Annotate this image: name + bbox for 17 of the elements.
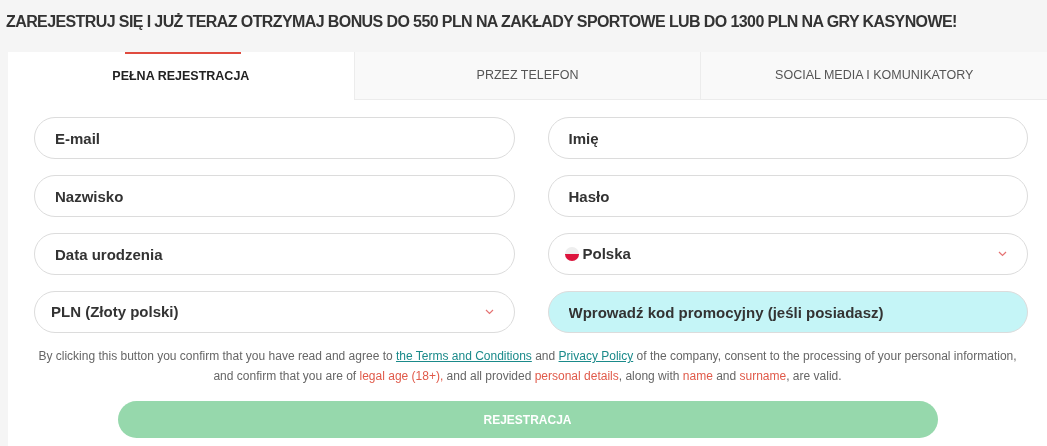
country-select[interactable]: Polska — [547, 233, 1028, 275]
text-field[interactable]: Nazwisko — [34, 175, 515, 217]
promo-headline: ZAREJESTRUJ SIĘ I JUŻ TERAZ OTRZYMAJ BONUS DO 550 PLN NA ZAKŁADY SPORTOWE LUB DO 1300 PLN NA GRY KASYNOWE! — [5, 12, 958, 32]
text-field[interactable]: Imię — [547, 117, 1028, 159]
consent-text: By clicking this button you confirm that you have read and agree to the Terms and Conditions and Privacy Policy of the company, consent to the processing of your personal information, and confirm that you are of legal age (18+), and all provided personal details, along with name and surname, are valid. — [37, 348, 1018, 385]
currency-select[interactable]: PLN (Złoty polski) — [34, 291, 515, 333]
text-field[interactable]: Data urodzenia — [34, 233, 515, 275]
flag-icon — [564, 247, 579, 261]
terms-link[interactable]: Privacy Policy — [558, 349, 634, 363]
terms-link[interactable]: the Terms and Conditions — [396, 349, 532, 363]
chevron-down-icon — [484, 309, 494, 315]
text-field[interactable]: E-mail — [34, 117, 515, 159]
tab[interactable]: PRZEZ TELEFON — [353, 52, 701, 100]
text-field[interactable]: Hasło — [547, 175, 1028, 217]
tab[interactable]: SOCIAL MEDIA I KOMUNIKATORY — [700, 52, 1047, 100]
chevron-down-icon — [998, 251, 1007, 257]
promo-code-field[interactable]: Wprowadź kod promocyjny (jeśli posiadasz) — [547, 291, 1028, 333]
